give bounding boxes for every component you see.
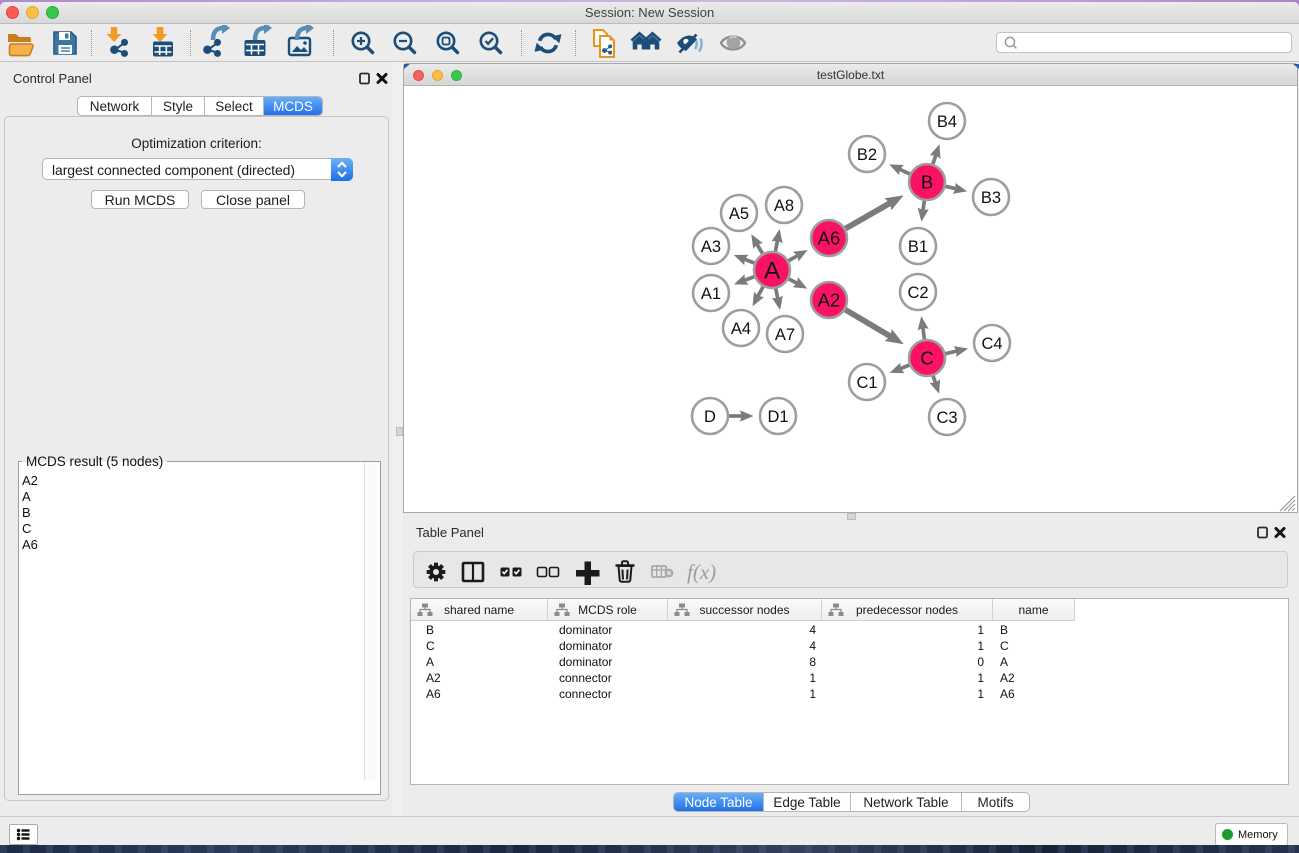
svg-text:C1: C1 [856,374,877,392]
svg-text:f(x): f(x) [687,560,716,584]
svg-text:A: A [764,258,781,285]
svg-text:C3: C3 [936,409,957,427]
svg-text:B4: B4 [937,113,957,131]
svg-text:C2: C2 [907,284,928,302]
svg-text:B: B [921,172,933,193]
svg-text:A3: A3 [701,238,721,256]
svg-text:A8: A8 [774,197,794,215]
svg-text:C: C [920,348,933,369]
svg-text:A7: A7 [775,326,795,344]
svg-text:A4: A4 [731,320,751,338]
svg-text:D: D [704,408,716,426]
svg-text:A6: A6 [818,228,841,249]
svg-text:A2: A2 [818,290,841,311]
svg-text:B2: B2 [857,146,877,164]
svg-text:A1: A1 [701,285,721,303]
svg-text:D1: D1 [767,408,788,426]
svg-text:B3: B3 [981,189,1001,207]
svg-text:A5: A5 [729,205,749,223]
svg-text:B1: B1 [908,238,928,256]
svg-text:C4: C4 [981,335,1002,353]
